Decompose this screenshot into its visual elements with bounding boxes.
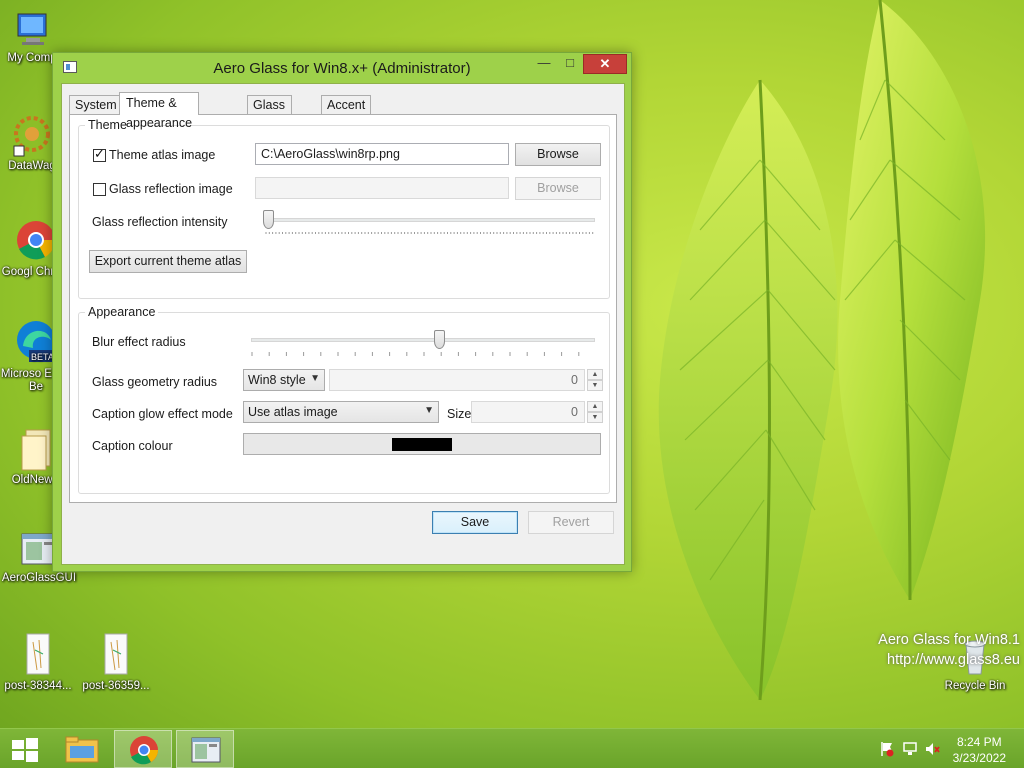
desktop-icon-label: post-38344... — [4, 680, 72, 692]
blur-radius-track[interactable] — [251, 338, 595, 342]
glass-reflection-checkbox[interactable] — [93, 183, 106, 196]
theme-atlas-label: Theme atlas image — [109, 148, 216, 162]
reflection-intensity-label: Glass reflection intensity — [92, 215, 228, 229]
computer-icon — [12, 10, 52, 50]
clock-time: 8:24 PM — [956, 735, 1002, 749]
watermark-title: Aero Glass for Win8.1 — [878, 632, 1020, 648]
spin-up-icon[interactable]: ▲ — [587, 401, 603, 412]
watermark-url: http://www.glass8.eu — [887, 652, 1020, 668]
caption-colour-swatch — [392, 438, 452, 451]
theme-atlas-checkbox[interactable] — [93, 147, 106, 162]
tab-theme-appearance[interactable]: Theme & appearance — [119, 92, 200, 130]
action-center-flag-icon[interactable] — [880, 741, 894, 757]
caption-glow-label: Caption glow effect mode — [92, 407, 233, 421]
glass-reflection-path-input[interactable] — [255, 177, 509, 199]
geometry-style-value: Win8 style — [248, 373, 306, 387]
geometry-radius-spinner[interactable]: 0 ▲ ▼ — [329, 369, 603, 391]
revert-button[interactable]: Revert — [528, 511, 614, 534]
glow-size-spinner[interactable]: 0 ▲ ▼ — [471, 401, 603, 423]
network-icon[interactable] — [902, 741, 918, 757]
desktop-icon-label: Recycle Bin — [944, 680, 1006, 692]
appearance-group: Appearance Blur effect radius Glass geom… — [78, 305, 610, 494]
desktop-icon-post-38344[interactable]: post-38344... — [0, 630, 78, 693]
caption-colour-label: Caption colour — [92, 439, 173, 453]
folder-icon — [16, 424, 56, 472]
reflection-intensity-thumb[interactable] — [263, 210, 274, 229]
tab-system[interactable]: System — [69, 95, 123, 115]
maximize-button[interactable]: □ — [557, 54, 583, 74]
taskbar: 8:24 PM 3/23/2022 — [0, 728, 1024, 768]
glass-reflection-label: Glass reflection image — [109, 182, 233, 196]
taskbar-aeroglassgui[interactable] — [176, 730, 234, 768]
blur-radius-label: Blur effect radius — [92, 335, 186, 349]
image-file-icon — [21, 630, 55, 678]
theme-group: Theme Theme atlas image C:\AeroGlass\win… — [78, 118, 610, 299]
chevron-down-icon: ▼ — [310, 373, 320, 384]
spin-down-icon[interactable]: ▼ — [587, 380, 603, 391]
browse-atlas-button[interactable]: Browse — [515, 143, 601, 166]
chrome-icon — [130, 736, 158, 765]
caption-colour-picker[interactable] — [243, 433, 601, 455]
desktop-icon-label: AeroGlassGUI — [1, 572, 77, 584]
appearance-group-legend: Appearance — [85, 305, 159, 319]
tab-glass-colors[interactable]: Glass colors — [247, 95, 293, 130]
reflection-intensity-ticks — [265, 232, 594, 234]
browse-reflection-button[interactable]: Browse — [515, 177, 601, 200]
geometry-radius-value[interactable]: 0 — [329, 369, 585, 391]
aero-glass-watermark: Aero Glass for Win8.1 http://www.glass8.… — [878, 630, 1020, 670]
caption-glow-select[interactable]: Use atlas image ▼ — [243, 401, 439, 423]
blur-radius-ticks — [251, 352, 580, 356]
image-file-icon — [99, 630, 133, 678]
tab-panel-theme-appearance: Theme Theme atlas image C:\AeroGlass\win… — [69, 114, 617, 503]
aeroglass-app-icon — [191, 737, 221, 763]
datawag-icon — [12, 112, 52, 158]
clock[interactable]: 8:24 PM 3/23/2022 — [953, 734, 1006, 766]
geometry-radius-label: Glass geometry radius — [92, 375, 218, 389]
export-theme-atlas-button[interactable]: Export current theme atlas — [89, 250, 247, 273]
theme-group-legend: Theme — [85, 118, 130, 132]
clock-date: 3/23/2022 — [952, 751, 1006, 765]
glow-size-label: Size — [447, 407, 472, 421]
glow-size-value[interactable]: 0 — [471, 401, 585, 423]
minimize-button[interactable]: — — [531, 54, 557, 74]
chevron-down-icon: ▼ — [424, 405, 434, 416]
window-titlebar[interactable]: Aero Glass for Win8.x+ (Administrator) —… — [53, 53, 631, 83]
theme-atlas-path-input[interactable]: C:\AeroGlass\win8rp.png — [255, 143, 509, 165]
chrome-icon — [15, 216, 57, 264]
desktop-icon-label: post-36359... — [82, 680, 150, 692]
tab-accent[interactable]: Accent — [321, 95, 372, 115]
edge-beta-icon: BETA — [15, 318, 57, 366]
windows-logo-icon — [12, 738, 38, 762]
window-client-area: System Theme & appearance Glass colors A… — [61, 83, 625, 565]
start-button[interactable] — [0, 730, 50, 768]
save-button[interactable]: Save — [432, 511, 518, 534]
desktop-icon-post-36359[interactable]: post-36359... — [76, 630, 156, 693]
reflection-intensity-track[interactable] — [265, 218, 595, 222]
blur-radius-thumb[interactable] — [434, 330, 446, 349]
aero-glass-window: Aero Glass for Win8.x+ (Administrator) —… — [52, 52, 632, 572]
caption-glow-value: Use atlas image — [248, 405, 338, 419]
taskbar-chrome[interactable] — [114, 730, 172, 768]
volume-muted-icon[interactable] — [924, 741, 940, 757]
spin-up-icon[interactable]: ▲ — [587, 369, 603, 380]
geometry-style-select[interactable]: Win8 style ▼ — [243, 369, 325, 391]
spin-down-icon[interactable]: ▼ — [587, 412, 603, 423]
folder-icon — [65, 736, 99, 763]
taskbar-file-explorer[interactable] — [52, 730, 110, 768]
close-button[interactable]: ✕ — [583, 54, 627, 74]
svg-text:BETA: BETA — [31, 352, 54, 362]
